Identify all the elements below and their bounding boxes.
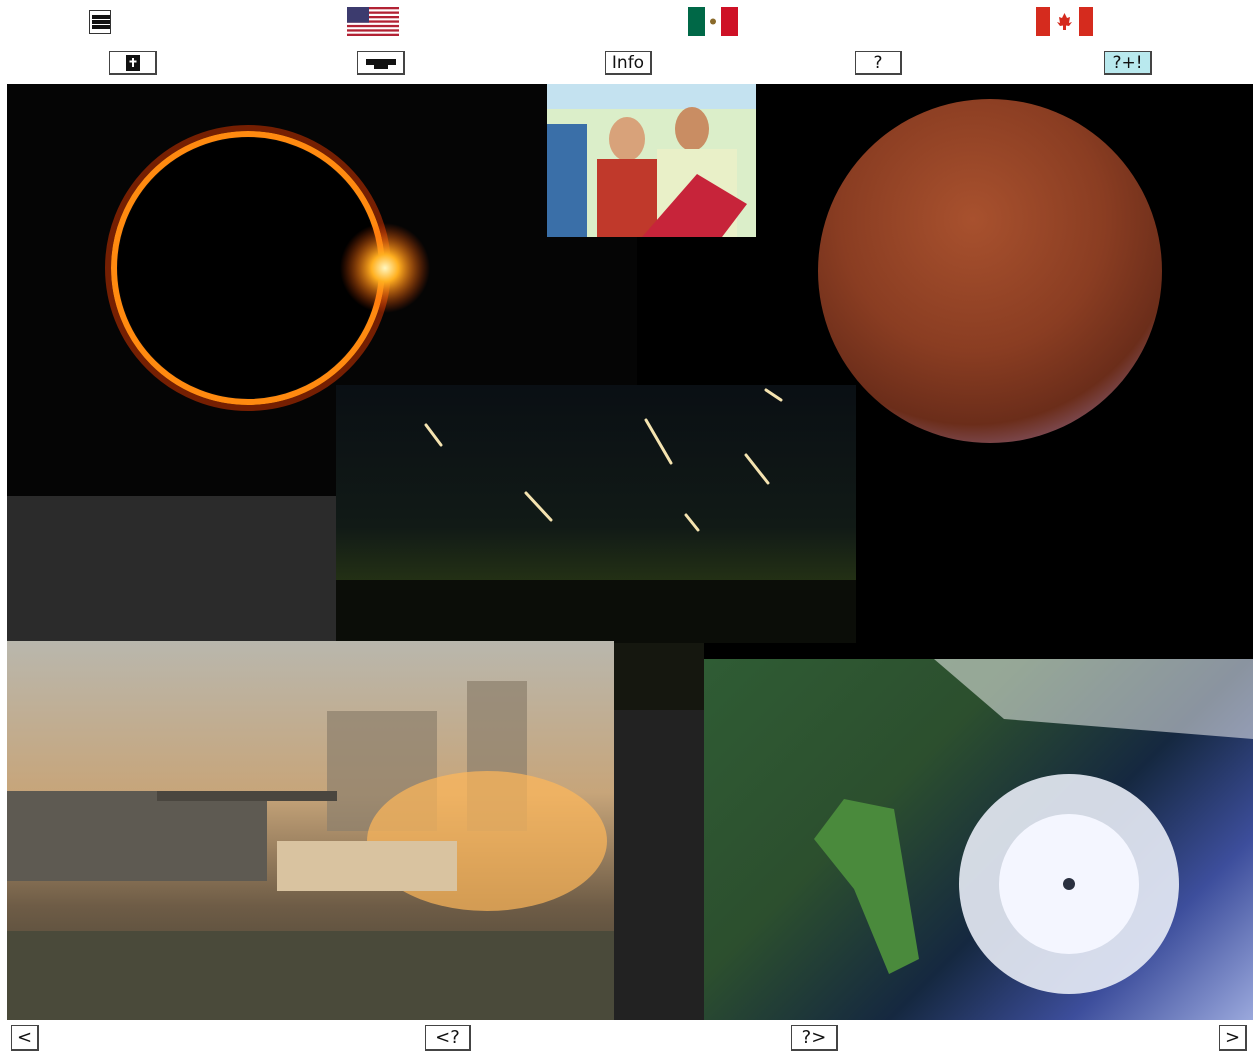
graduation-button[interactable] xyxy=(357,51,405,75)
gray-panel xyxy=(7,496,337,642)
meteor-strip xyxy=(614,643,704,710)
random-previous-button[interactable]: <? xyxy=(425,1025,471,1051)
hamburger-icon xyxy=(89,10,111,34)
bible-icon xyxy=(125,54,140,71)
help-button[interactable]: ? xyxy=(855,51,902,75)
random-next-label: ?> xyxy=(801,1027,827,1048)
next-label: > xyxy=(1224,1027,1241,1048)
graduation-cap-icon xyxy=(365,58,396,69)
mexico-flag-icon[interactable] xyxy=(688,7,738,36)
next-button[interactable]: > xyxy=(1219,1025,1247,1051)
info-button[interactable]: Info xyxy=(605,51,652,75)
menu-button[interactable] xyxy=(89,10,111,34)
quiz-button[interactable]: ?+! xyxy=(1104,51,1152,75)
canada-flag-icon[interactable] xyxy=(1036,7,1093,36)
us-flag-icon[interactable] xyxy=(347,7,399,36)
info-label: Info xyxy=(611,52,645,73)
previous-label: < xyxy=(16,1027,33,1048)
bible-button[interactable] xyxy=(109,51,157,75)
lunar-eclipse-image[interactable] xyxy=(818,99,1162,443)
previous-button[interactable]: < xyxy=(11,1025,39,1051)
random-next-button[interactable]: ?> xyxy=(791,1025,838,1051)
meteor-shower-image[interactable] xyxy=(336,385,856,643)
hurricane-satellite-image[interactable] xyxy=(704,659,1253,1020)
dark-strip xyxy=(614,710,704,1020)
help-label: ? xyxy=(873,52,883,73)
quiz-label: ?+! xyxy=(1112,52,1143,73)
bible-scene-image[interactable] xyxy=(547,84,756,237)
tank-battle-image[interactable] xyxy=(7,641,614,1020)
random-previous-label: <? xyxy=(435,1027,460,1048)
